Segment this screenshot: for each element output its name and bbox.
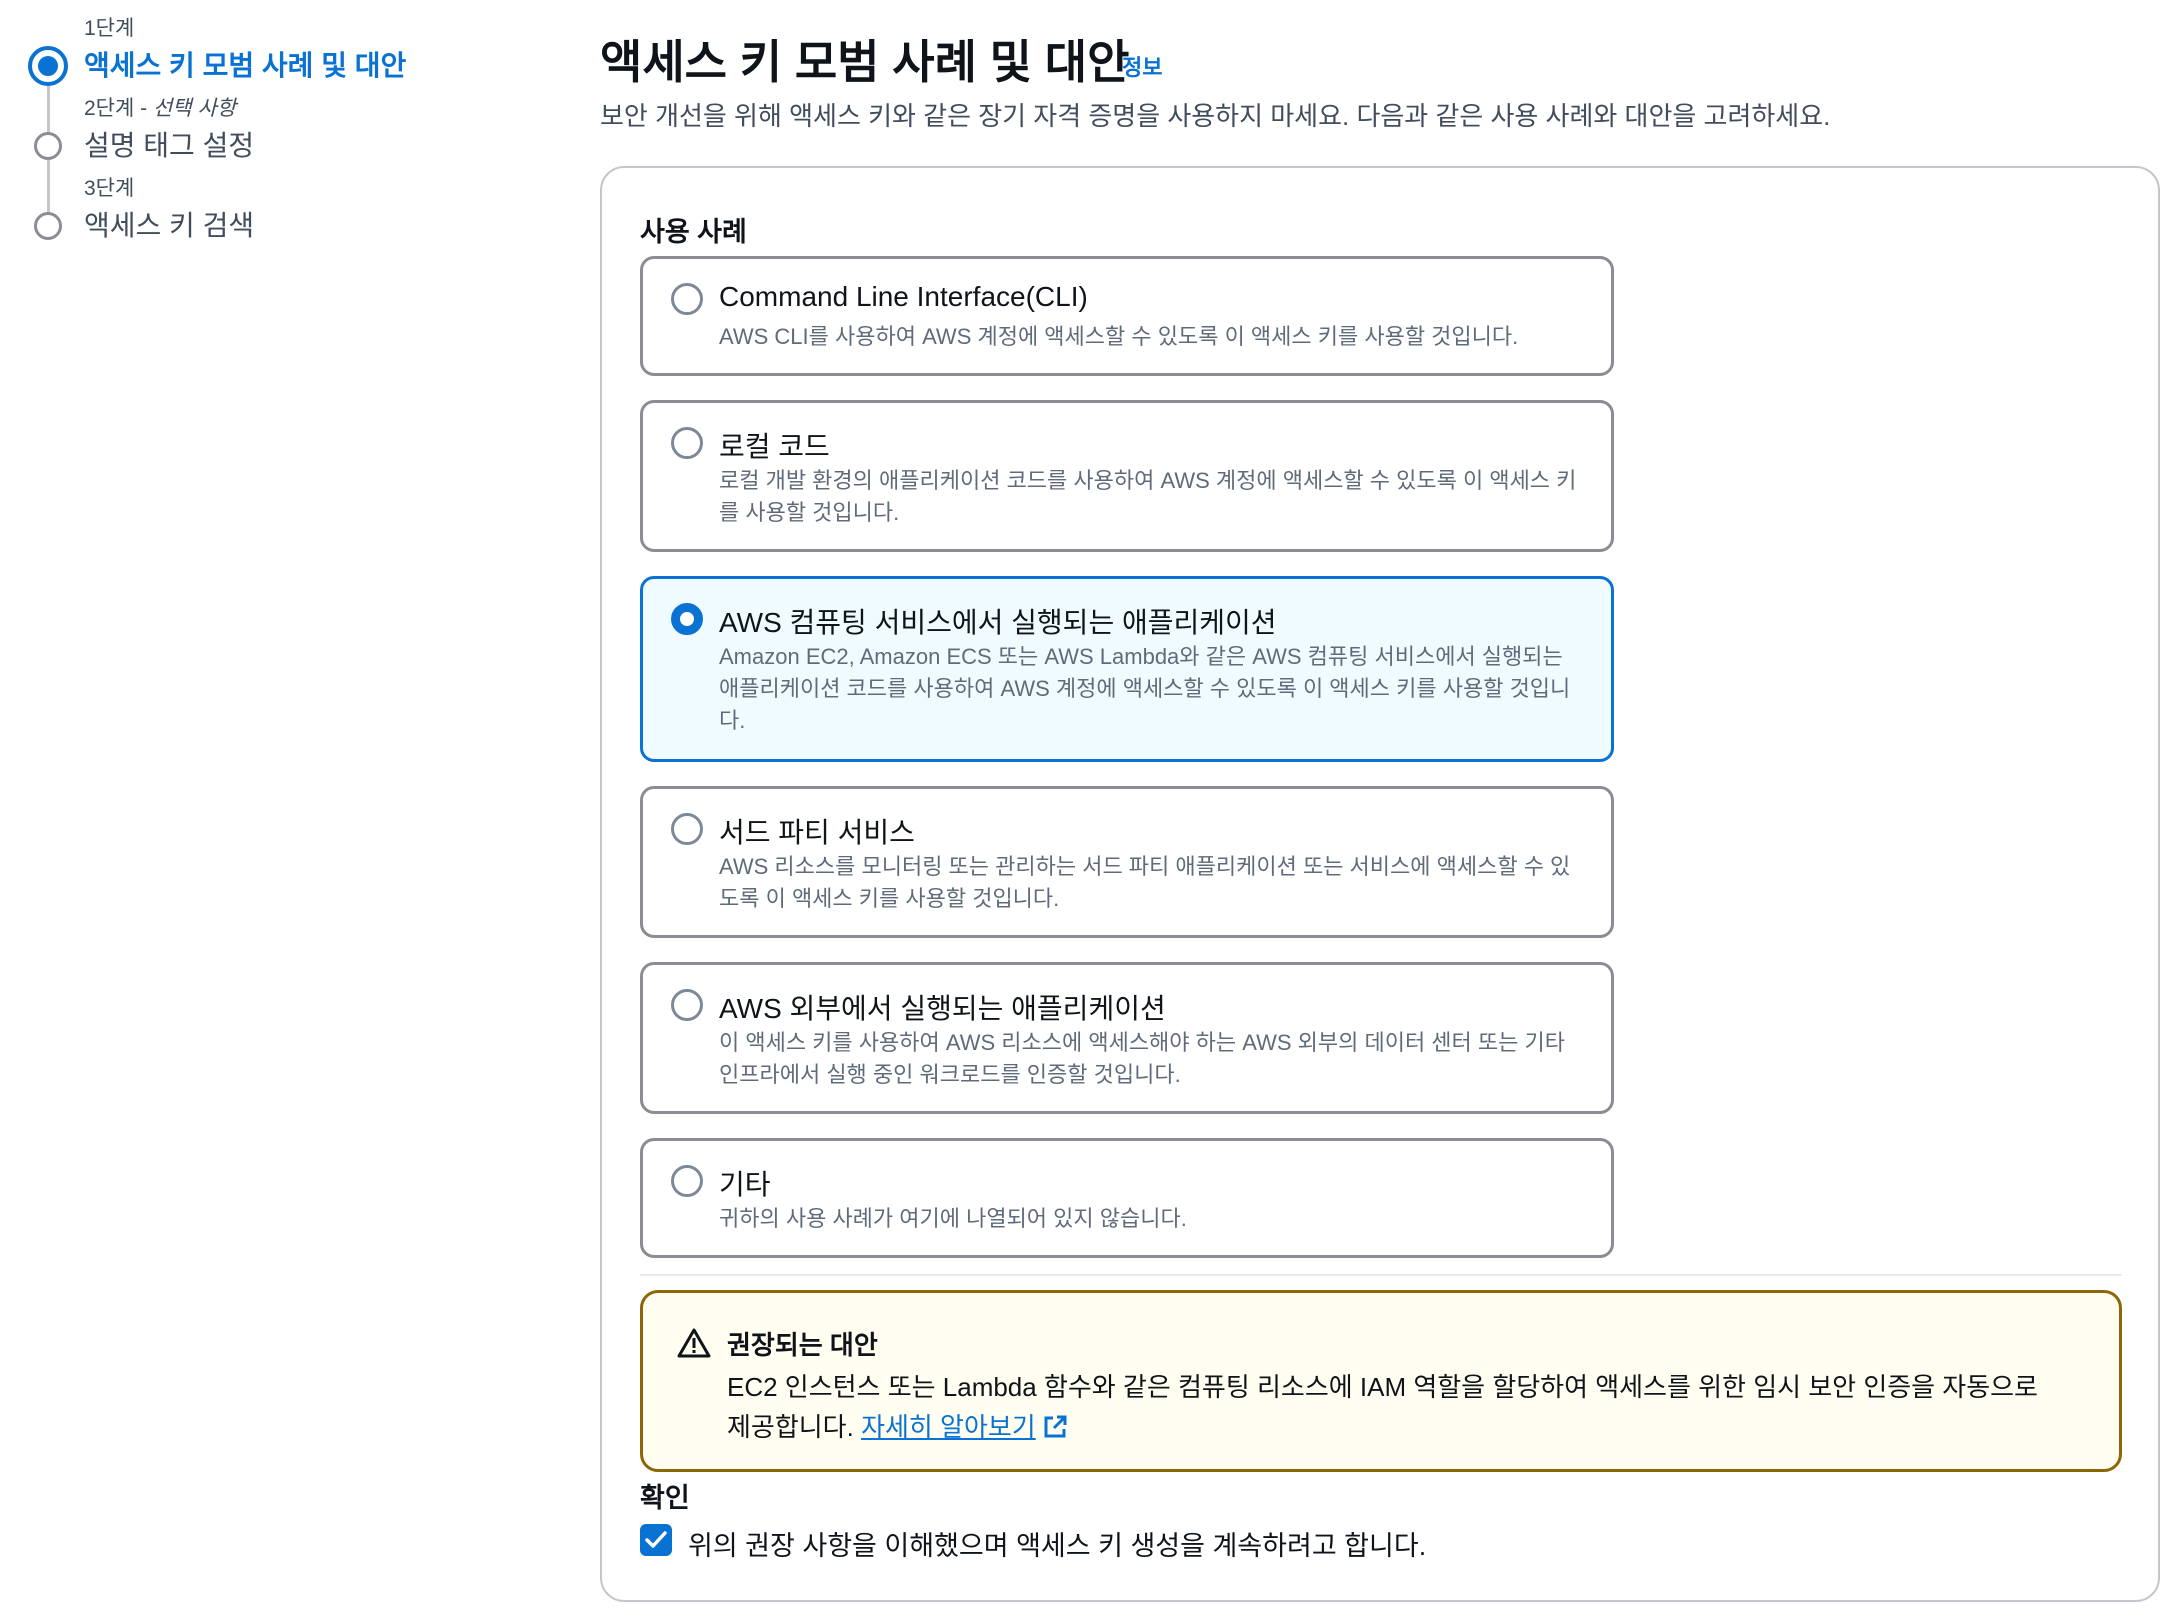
- alert-title: 권장되는 대안: [727, 1330, 878, 1360]
- step-number: 1단계: [84, 17, 135, 40]
- radio-button[interactable]: [671, 813, 703, 845]
- wizard-steps-nav: 1단계 액세스 키 모범 사례 및 대안 2단계 - 선택 사항 설명 태그 설…: [28, 8, 548, 280]
- radio-button[interactable]: [671, 427, 703, 459]
- learn-more-link[interactable]: 자세히 알아보기: [861, 1412, 1036, 1442]
- step-2-title[interactable]: 설명 태그 설정: [84, 124, 254, 164]
- step-1-title[interactable]: 액세스 키 모범 사례 및 대안: [84, 44, 406, 84]
- step-1-indicator-icon: [28, 46, 68, 86]
- tile-title: AWS 외부에서 실행되는 애플리케이션: [719, 993, 1166, 1024]
- step-1-caption: 1단계: [84, 12, 134, 42]
- step-3-caption: 3단계: [84, 172, 134, 202]
- tile-title: Command Line Interface(CLI): [719, 281, 1088, 312]
- recommended-alternative-alert: 권장되는 대안 EC2 인스턴스 또는 Lambda 함수와 같은 컴퓨팅 리소…: [640, 1290, 2122, 1472]
- info-link[interactable]: 정보: [1122, 50, 1162, 82]
- radio-button-selected[interactable]: [671, 603, 703, 635]
- tile-description: 로컬 개발 환경의 애플리케이션 코드를 사용하여 AWS 계정에 액세스할 수…: [719, 468, 1577, 525]
- radio-button[interactable]: [671, 1165, 703, 1197]
- tile-title: AWS 컴퓨팅 서비스에서 실행되는 애플리케이션: [719, 607, 1277, 638]
- alert-body: EC2 인스턴스 또는 Lambda 함수와 같은 컴퓨팅 리소스에 IAM 역…: [727, 1367, 2067, 1447]
- tile-title: 서드 파티 서비스: [719, 817, 915, 848]
- confirmation-checkbox[interactable]: [640, 1524, 672, 1556]
- use-case-tile-outside-aws[interactable]: AWS 외부에서 실행되는 애플리케이션 이 액세스 키를 사용하여 AWS 리…: [640, 962, 1614, 1114]
- step-2-caption: 2단계 - 선택 사항: [84, 92, 236, 122]
- tile-description: Amazon EC2, Amazon ECS 또는 AWS Lambda와 같은…: [719, 644, 1571, 733]
- step-3[interactable]: 3단계 액세스 키 검색: [28, 168, 548, 280]
- radio-button[interactable]: [671, 989, 703, 1021]
- tile-description: 귀하의 사용 사례가 여기에 나열되어 있지 않습니다.: [719, 1206, 1187, 1231]
- step-3-title[interactable]: 액세스 키 검색: [84, 204, 254, 244]
- step-number: 2단계 -: [84, 97, 153, 120]
- page-description: 보안 개선을 위해 액세스 키와 같은 장기 자격 증명을 사용하지 마세요. …: [600, 101, 1831, 131]
- tile-title: 로컬 코드: [719, 431, 830, 462]
- use-case-tile-aws-compute[interactable]: AWS 컴퓨팅 서비스에서 실행되는 애플리케이션 Amazon EC2, Am…: [640, 576, 1614, 762]
- confirmation-label: 확인: [640, 1483, 690, 1513]
- page-title: 액세스 키 모범 사례 및 대안: [600, 36, 1130, 88]
- use-case-label: 사용 사례: [640, 217, 747, 247]
- tile-title: 기타: [719, 1169, 771, 1200]
- step-2-indicator-icon: [34, 132, 62, 160]
- use-case-tile-local-code[interactable]: 로컬 코드 로컬 개발 환경의 애플리케이션 코드를 사용하여 AWS 계정에 …: [640, 400, 1614, 552]
- tile-description: AWS 리소스를 모니터링 또는 관리하는 서드 파티 애플리케이션 또는 서비…: [719, 854, 1571, 911]
- use-case-tile-third-party[interactable]: 서드 파티 서비스 AWS 리소스를 모니터링 또는 관리하는 서드 파티 애플…: [640, 786, 1614, 938]
- confirmation-checkbox-label[interactable]: 위의 권장 사항을 이해했으며 액세스 키 생성을 계속하려고 합니다.: [688, 1524, 1426, 1563]
- section-divider: [640, 1274, 2122, 1276]
- checkmark-icon: [645, 1531, 667, 1548]
- use-case-tile-other[interactable]: 기타 귀하의 사용 사례가 여기에 나열되어 있지 않습니다.: [640, 1138, 1614, 1258]
- radio-button[interactable]: [671, 283, 703, 315]
- create-access-key-page: 1단계 액세스 키 모범 사례 및 대안 2단계 - 선택 사항 설명 태그 설…: [0, 0, 2176, 1608]
- tile-description: 이 액세스 키를 사용하여 AWS 리소스에 액세스해야 하는 AWS 외부의 …: [719, 1030, 1565, 1087]
- use-case-tile-cli[interactable]: Command Line Interface(CLI) AWS CLI를 사용하…: [640, 256, 1614, 376]
- step-optional-label: 선택 사항: [152, 97, 237, 120]
- step-number: 3단계: [84, 177, 135, 200]
- step-3-indicator-icon: [34, 212, 62, 240]
- warning-icon: [677, 1328, 711, 1358]
- tile-description: AWS CLI를 사용하여 AWS 계정에 액세스할 수 있도록 이 액세스 키…: [719, 324, 1519, 349]
- external-link-icon[interactable]: [1042, 1414, 1068, 1440]
